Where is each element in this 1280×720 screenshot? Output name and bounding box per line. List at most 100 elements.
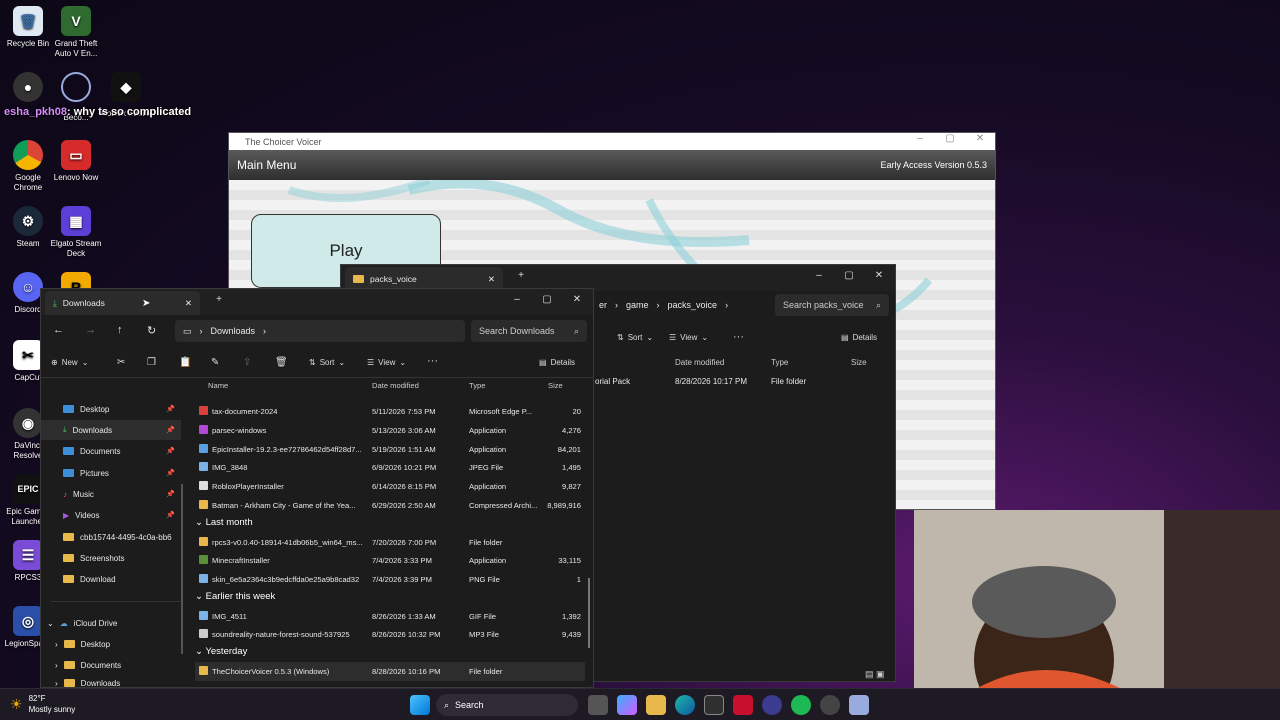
sidebar-item-cbb-folder[interactable]: cbb15744-4495-4c0a-bb6 (41, 527, 181, 547)
more-options-icon[interactable]: ··· (427, 355, 438, 367)
delete-icon[interactable]: 🗑 (275, 357, 288, 368)
column-date-modified[interactable]: Date modified (675, 358, 724, 367)
column-type[interactable]: Type (469, 381, 485, 390)
table-row[interactable]: EpicInstaller-19.2.3-ee72786462d54ff28d7… (195, 440, 585, 459)
sort-button[interactable]: ⇅ Sort ⌄ (309, 358, 345, 367)
obs-taskbar-icon[interactable] (820, 695, 840, 715)
sidebar-item-download[interactable]: Download (41, 569, 181, 589)
list-scrollbar[interactable] (588, 578, 590, 648)
location-label[interactable]: Downloads (211, 326, 256, 336)
pin-icon: 📌 (166, 512, 175, 519)
more-options-icon[interactable]: ··· (733, 331, 744, 343)
sidebar-item-screenshots[interactable]: Screenshots (41, 548, 181, 568)
start-icon[interactable] (410, 695, 430, 715)
weather-widget[interactable]: ☀ 82°F Mostly sunny (10, 693, 75, 715)
main-menu-label: Main Menu (237, 158, 297, 172)
minimize-icon[interactable]: – (507, 294, 527, 305)
sidebar-scrollbar[interactable] (181, 484, 183, 654)
close-icon[interactable]: ✕ (869, 270, 889, 281)
maximize-icon[interactable]: ▢ (537, 294, 557, 305)
desktop-icon-stream-deck[interactable]: ▦ Elgato Stream Deck (48, 206, 104, 259)
table-row[interactable]: skin_6e5a2364c3b9edcffda0e25a9b8cad32 7/4… (195, 570, 585, 589)
app-window-icon[interactable] (849, 695, 869, 715)
maximize-icon[interactable]: ▢ (839, 270, 859, 281)
mcafee-icon[interactable] (733, 695, 753, 715)
rename-icon[interactable]: ✎ (211, 357, 219, 368)
sidebar-item-icloud-downloads[interactable]: › Downloads (41, 677, 181, 687)
desktop-icon-gta[interactable]: V Grand Theft Auto V En... (48, 6, 104, 59)
group-header-earlier-this-week[interactable]: ⌄ Earlier this week (195, 591, 275, 602)
list-item[interactable]: orial Pack 8/28/2026 10:17 PM File folde… (591, 377, 891, 391)
sidebar-item-icloud[interactable]: ⌄ ☁ iCloud Drive (41, 613, 181, 633)
details-button[interactable]: ▤ Details (841, 333, 877, 342)
edge-icon[interactable] (675, 695, 695, 715)
sidebar-item-videos[interactable]: ▶ Videos 📌 (41, 505, 181, 525)
recycle-bin-icon: 🗑 (13, 6, 43, 36)
roblox-studio-icon: ◆ (111, 72, 141, 102)
details-button[interactable]: ▤ Details (539, 358, 575, 367)
address-bar[interactable]: ▭ › Downloads › (175, 320, 465, 342)
table-row-selected[interactable]: TheChoicerVoicer 0.5.3 (Windows) 8/28/202… (195, 662, 585, 681)
maximize-icon[interactable]: ▢ (935, 133, 965, 150)
sort-button[interactable]: ⇅ Sort ⌄ (617, 333, 653, 342)
forward-icon[interactable]: → (85, 324, 96, 336)
task-view-icon[interactable] (588, 695, 608, 715)
new-tab-icon[interactable]: + (511, 270, 531, 281)
column-size[interactable]: Size (851, 358, 867, 367)
close-tab-icon[interactable]: ✕ (488, 274, 495, 285)
copy-icon[interactable]: ❐ (147, 357, 156, 368)
table-row[interactable]: Batman - Arkham City - Game of the Yea..… (195, 496, 585, 515)
table-row[interactable]: tax-document-2024 5/11/2026 7:53 PM Micros… (195, 402, 585, 421)
spotify-icon[interactable] (791, 695, 811, 715)
column-name[interactable]: Name (208, 381, 228, 390)
minimize-icon[interactable]: – (809, 270, 829, 281)
sidebar-item-documents[interactable]: Documents 📌 (41, 441, 181, 461)
new-button[interactable]: ⊕ New ⌄ (51, 358, 88, 367)
paste-icon[interactable]: 📋 (179, 357, 191, 368)
sidebar-item-downloads[interactable]: ⤓ Downloads 📌 (41, 420, 181, 440)
column-size[interactable]: Size (548, 381, 563, 390)
close-icon[interactable]: ✕ (965, 133, 995, 150)
copilot-icon[interactable] (617, 695, 637, 715)
store-icon[interactable] (704, 695, 724, 715)
search-downloads-input[interactable]: Search Downloads ⌕ (471, 320, 587, 342)
view-button[interactable]: ☰ View ⌄ (669, 333, 708, 342)
table-row[interactable]: IMG_3848 6/9/2026 10:21 PM JPEG File 1,495 (195, 458, 585, 477)
desktop-icon-lenovo-now[interactable]: ▭ Lenovo Now (48, 140, 104, 183)
vpn-icon[interactable] (762, 695, 782, 715)
table-row[interactable]: IMG_4511 8/26/2026 1:33 AM GIF File 1,392 (195, 607, 585, 626)
group-header-yesterday[interactable]: ⌄ Yesterday (195, 646, 247, 657)
table-row[interactable]: soundreality-nature-forest-sound-537925 8… (195, 625, 585, 644)
share-icon[interactable]: ⇪ (243, 357, 251, 368)
column-date-modified[interactable]: Date modified (372, 381, 419, 390)
group-header-last-month[interactable]: ⌄ Last month (195, 517, 253, 528)
close-icon[interactable]: ✕ (567, 294, 587, 305)
up-icon[interactable]: ↑ (117, 324, 123, 336)
minimize-icon[interactable]: – (905, 133, 935, 150)
sidebar-item-music[interactable]: ♪ Music 📌 (41, 484, 181, 504)
new-tab-icon[interactable]: + (209, 294, 229, 305)
view-icon: ☰ (669, 333, 677, 342)
table-row[interactable]: rpcs3-v0.0.40-18914-41db06b5_win64_ms...… (195, 533, 585, 552)
search-packs-voice-input[interactable]: Search packs_voice ⌕ (775, 294, 889, 316)
sidebar-item-desktop[interactable]: Desktop 📌 (41, 399, 181, 419)
view-toggle-icons[interactable]: ▤ ▣ (865, 669, 885, 680)
chevron-right-icon: › (55, 639, 58, 649)
taskbar-search-input[interactable]: ⌕ Search (436, 694, 578, 716)
sidebar-item-pictures[interactable]: Pictures 📌 (41, 463, 181, 483)
tab-downloads[interactable]: ⤓ Downloads ✕ (45, 291, 200, 315)
column-type[interactable]: Type (771, 358, 788, 367)
refresh-icon[interactable]: ↻ (147, 324, 156, 337)
pictures-icon (63, 469, 74, 477)
breadcrumb[interactable]: er › game › packs_voice › (591, 294, 771, 316)
cut-icon[interactable]: ✂ (117, 357, 125, 368)
sidebar-item-icloud-documents[interactable]: › Documents (41, 655, 181, 675)
view-button[interactable]: ☰ View ⌄ (367, 358, 406, 367)
table-row[interactable]: parsec-windows 5/13/2026 3:06 AM Applicati… (195, 421, 585, 440)
close-tab-icon[interactable]: ✕ (185, 298, 192, 309)
table-row[interactable]: RobloxPlayerInstaller 6/14/2026 8:15 PM Ap… (195, 477, 585, 496)
sidebar-item-icloud-desktop[interactable]: › Desktop (41, 634, 181, 654)
table-row[interactable]: MinecraftInstaller 7/4/2026 3:33 PM Applic… (195, 551, 585, 570)
back-icon[interactable]: ← (53, 324, 64, 336)
file-explorer-icon[interactable] (646, 695, 666, 715)
